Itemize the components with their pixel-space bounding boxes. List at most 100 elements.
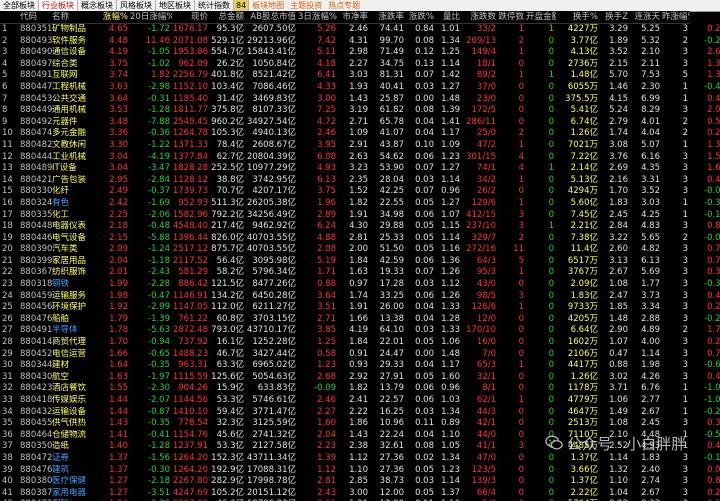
- table-row[interactable]: 25 880456 环境保护 1.92 -2.99 1147.05 112.0亿 6211.2…: [0, 302, 720, 314]
- table-cell: 2: [2, 35, 8, 46]
- table-row[interactable]: 18 880448 电器仪表 2.18 -0.48 4548.40 217.4亿 9462.9…: [0, 221, 720, 233]
- tab-5[interactable]: 统计指数: [195, 0, 234, 11]
- table-row[interactable]: 40 880380 医疗保健 1.27 -2.18 2267.80 282.9亿 17998.…: [0, 476, 720, 488]
- table-row[interactable]: 29 880452 电信运营 1.66 -0.65 1488.23 46.7亿 3427.44…: [0, 349, 720, 361]
- table-row[interactable]: 38 880472 证券 1.37 -1.56 1264.20 152.3亿 43711.34…: [0, 453, 720, 465]
- table-row[interactable]: 13 880489 IT设备 3.04 -3.47 1828.28 252.5亿 10977.…: [0, 163, 720, 175]
- table-cell: 3: [682, 290, 688, 301]
- table-cell: 1.03: [441, 395, 460, 405]
- table-cell: -1.18: [148, 255, 170, 266]
- table-row[interactable]: 10 880474 多元金融 3.36 -0.36 1264.78 105.3亿 4940.1…: [0, 128, 720, 140]
- table-cell: 172/5: [471, 105, 497, 116]
- column-header-8[interactable]: 3日涨幅%: [298, 11, 338, 24]
- table-cell: 3: [518, 221, 524, 232]
- table-row[interactable]: 33 880418 传媒娱乐 1.44 -2.07 1144.56 53.3亿 5746.61…: [0, 395, 720, 407]
- table-row[interactable]: 9 880492 元器件 3.48 -7.88 2549.45 960.2亿 34927.54…: [0, 117, 720, 129]
- table-cell: -0.09: [704, 186, 720, 197]
- tab-2[interactable]: 概念板块: [78, 0, 117, 11]
- table-cell: 3.00: [317, 93, 336, 104]
- table-row[interactable]: 6 880447 工程机械 3.63 -2.98 1152.10 103.4亿 7086.46…: [0, 82, 720, 94]
- table-row[interactable]: 7 880453 公共交通 3.64 -0.31 1185.40 31.4亿 3469.83亿…: [0, 94, 720, 106]
- table-row[interactable]: 26 880476 船舶 1.79 -1.39 761.22 60.8亿 3703.15亿 2.…: [0, 314, 720, 326]
- link-0[interactable]: 板块地图: [249, 0, 287, 11]
- table-row[interactable]: 41 880387 家用电器 1.27 -3.51 4247.69 105.2亿 20151.…: [0, 488, 720, 500]
- table-cell: 2.46: [349, 24, 368, 34]
- column-header-13[interactable]: 涨跌数: [462, 11, 498, 24]
- table-cell: 0.05: [415, 464, 434, 475]
- table-row[interactable]: 34 880432 运输设备 1.44 -0.87 1410.10 59.4亿 3771.47…: [0, 407, 720, 419]
- column-header-15[interactable]: 开盘金额: [526, 11, 556, 24]
- column-header-6[interactable]: 总金额: [210, 11, 246, 24]
- table-row[interactable]: 21 880399 家居用品 2.04 -1.18 2117.52 56.4亿 3095.98…: [0, 256, 720, 268]
- column-header-7[interactable]: AB股总市值: [246, 11, 298, 24]
- table-cell: 钢铁: [52, 279, 70, 290]
- table-cell: 1: [2, 24, 8, 34]
- table-row[interactable]: 14 880421 广告包装 2.95 -2.84 1128.12 38.8亿 3742.95…: [0, 175, 720, 187]
- column-header-9[interactable]: 市净率: [338, 11, 370, 24]
- table-row[interactable]: 22 880367 纺织服饰 2.01 -2.43 581.29 58.2亿 5796.34亿…: [0, 267, 720, 279]
- tab-4[interactable]: 地区板块: [156, 0, 195, 11]
- counter-badge[interactable]: 84: [234, 0, 250, 11]
- column-header-19[interactable]: 昨涨幅%: [662, 11, 690, 24]
- table-row[interactable]: 1 880351 矿物制品 4.65 -1.72 1676.17 95.3亿 2607.50亿…: [0, 24, 720, 36]
- table-row[interactable]: 11 880482 文教休闲 3.30 -1.22 1371.33 78.4亿 2608.67…: [0, 140, 720, 152]
- link-2[interactable]: 热点专题: [325, 0, 363, 11]
- column-header-14[interactable]: 跌停数: [498, 11, 526, 24]
- column-header-3[interactable]: 涨幅%: [100, 11, 130, 24]
- table-row[interactable]: 15 880330 化纤 2.49 -0.37 1739.73 70.7亿 4207.17亿 3…: [0, 186, 720, 198]
- table-row[interactable]: 4 880497 综合类 3.75 -1.02 962.09 26.2亿 1050.84亿 4.…: [0, 59, 720, 71]
- link-1[interactable]: 主题投资: [287, 0, 325, 11]
- column-header-16[interactable]: 换手%: [556, 11, 600, 24]
- table-cell: 4.00: [641, 337, 660, 348]
- table-cell: 170/10: [466, 325, 496, 336]
- table-row[interactable]: 16 880324 有色 2.42 -1.69 952.93 511.3亿 26205.38亿…: [0, 198, 720, 210]
- table-cell: 3: [2, 47, 8, 58]
- tab-0[interactable]: 全部板块: [0, 0, 39, 11]
- table-cell: 26/2: [476, 186, 496, 197]
- table-row[interactable]: 27 880491 半导体 1.78 -5.63 2872.48 793.0亿 43710.1…: [0, 325, 720, 337]
- table-row[interactable]: 23 880318 钢铁 1.99 -2.28 886.42 121.5亿 8477.26亿 0…: [0, 279, 720, 291]
- column-header-2[interactable]: 名称: [52, 11, 100, 24]
- table-row[interactable]: 8 880449 通用机械 3.53 -1.28 1811.77 375.8亿 8107.33…: [0, 105, 720, 117]
- table-row[interactable]: 12 880444 工业机械 3.04 -4.19 1377.84 62.7亿 20804.3…: [0, 152, 720, 164]
- tab-3[interactable]: 风格板块: [117, 0, 156, 11]
- table-cell: -0.35: [148, 360, 170, 371]
- table-cell: 875.7亿: [211, 244, 244, 255]
- column-header-11[interactable]: 涨跌%: [406, 11, 436, 24]
- tab-1[interactable]: 行业板块: [39, 0, 78, 11]
- table-cell: -0.87: [148, 406, 170, 417]
- column-header-10[interactable]: 涨跌率: [370, 11, 406, 24]
- table-row[interactable]: 30 880344 建材 1.64 -0.35 963.31 63.3亿 6965.02亿 1.…: [0, 360, 720, 372]
- sector-table-container[interactable]: 代码 名称 涨幅% 20日涨幅% 现价 总金额 AB股总市值 3日涨幅% 市净率 涨跌率 涨跌% 量比…: [0, 11, 720, 501]
- column-header-5[interactable]: 现价: [172, 11, 210, 24]
- table-cell: 33: [2, 395, 13, 405]
- table-row[interactable]: 2 880493 软件服务 4.48 11.46 2071.08 529.1亿 29213.9…: [0, 36, 720, 48]
- table-cell: 0.06: [415, 209, 434, 220]
- table-cell: 2.71: [349, 116, 368, 127]
- table-cell: 1.49: [609, 406, 628, 417]
- table-cell: -1.02: [148, 58, 170, 69]
- table-row[interactable]: 24 880459 运输服务 1.98 -0.47 1146.91 134.2亿 6450.2…: [0, 291, 720, 303]
- table-cell: 1.37: [707, 139, 720, 150]
- column-header-17[interactable]: 换手Z: [600, 11, 630, 24]
- table-row[interactable]: 20 880390 汽车类 2.09 -1.24 2517.12 875.7亿 40703.5…: [0, 244, 720, 256]
- table-cell: 8107.33亿: [252, 105, 296, 116]
- table-row[interactable]: 32 880423 酒店餐饮 1.55 -2.30 904.26 15.9亿 633.83亿 -…: [0, 383, 720, 395]
- table-row[interactable]: 31 880430 航空 1.63 -1.97 1115.59 125.6亿 5054.63亿…: [0, 372, 720, 384]
- table-row[interactable]: 28 880414 商贸代理 1.70 -0.94 737.92 16.1亿 1252.28亿…: [0, 337, 720, 349]
- table-row[interactable]: 19 880446 电气设备 2.15 -5.88 1396.44 826.0亿 40703.…: [0, 233, 720, 245]
- column-header-18[interactable]: 连涨天: [630, 11, 662, 24]
- table-cell: 0: [548, 232, 554, 243]
- table-row[interactable]: 35 880455 供气供热 1.43 -0.35 778.54 32.3亿 3125.59亿…: [0, 418, 720, 430]
- column-header-12[interactable]: 量比: [436, 11, 462, 24]
- column-header-4[interactable]: 20日涨幅%: [130, 11, 172, 24]
- table-cell: 1.70: [109, 337, 128, 348]
- table-row[interactable]: 39 880476 建筑 1.37 -0.30 1264.20 192.9亿 17088.31…: [0, 465, 720, 477]
- table-row[interactable]: 17 880335 化工 2.25 -2.06 1582.96 792.2亿 34256.49…: [0, 210, 720, 222]
- column-header-1[interactable]: 代码: [20, 11, 52, 24]
- table-cell: 4779万: [567, 395, 598, 405]
- table-cell: -7.88: [148, 116, 170, 127]
- column-header-0[interactable]: [0, 11, 20, 24]
- table-row[interactable]: 3 880490 通信设备 4.19 -1.05 1953.86 554.7亿 15843.4…: [0, 47, 720, 59]
- table-row[interactable]: 5 880491 互联网 3.74 1.82 2256.79 401.8亿 8521.42亿 6…: [0, 70, 720, 82]
